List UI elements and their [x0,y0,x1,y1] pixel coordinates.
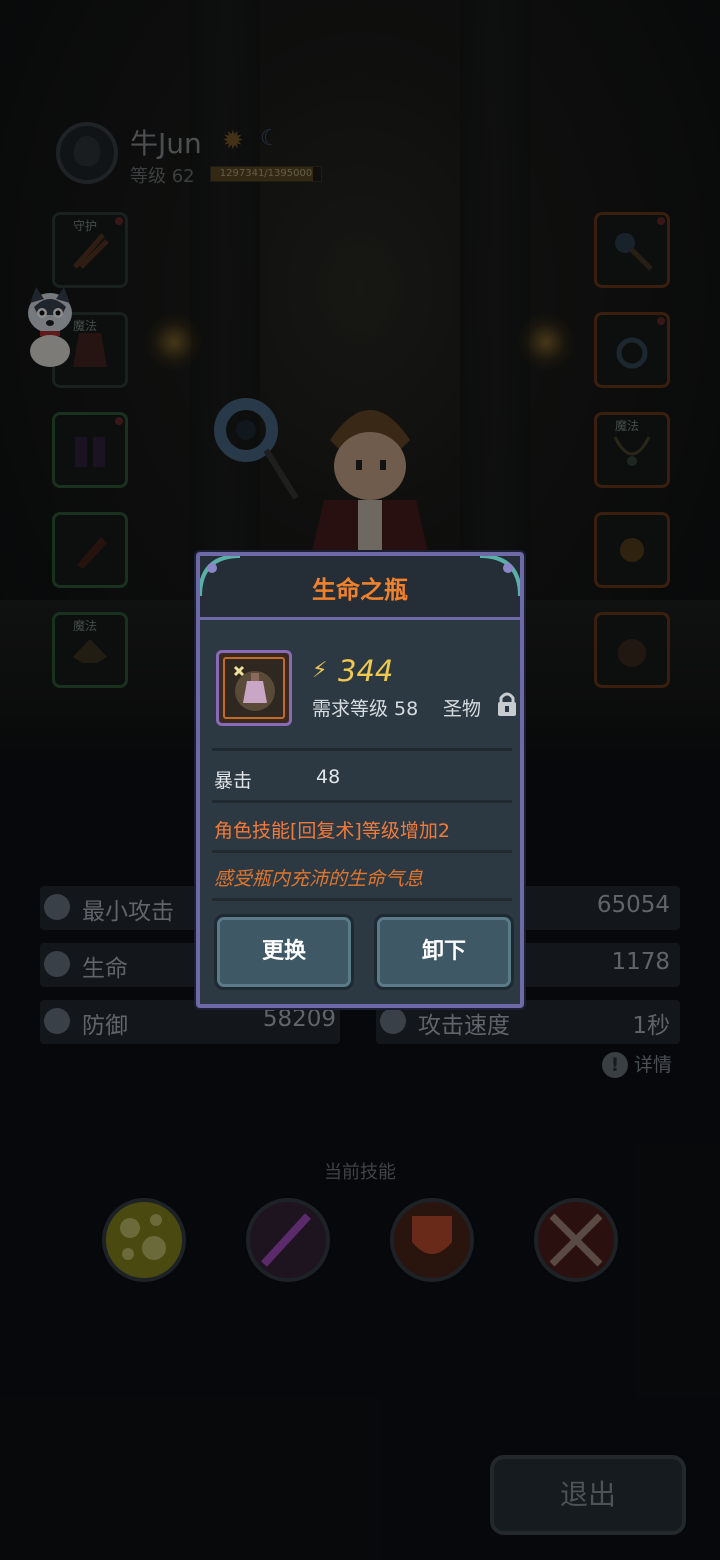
bottle-icon [233,665,275,711]
axes-art [549,1213,603,1267]
shield-art [412,1216,452,1254]
exit-label: 退出 [559,1478,616,1511]
item-power: 344 [338,654,394,688]
exit-button[interactable]: 退出 [490,1455,686,1535]
hp-value: 1178 [611,949,670,975]
shield-icon [44,1008,70,1034]
sword-icon [44,894,70,920]
bubbles-skill-icon[interactable] [102,1198,186,1282]
crossed-axes-skill-icon[interactable] [534,1198,618,1282]
lock-icon[interactable] [496,690,518,718]
details-link[interactable]: ! 详情 [602,1050,672,1078]
divider [212,898,512,901]
item-rarity: 圣物 [443,698,482,720]
min-attack-label: 最小攻击 [82,899,174,925]
divider [212,800,512,803]
attack-speed-label: 攻击速度 [418,1013,510,1039]
divider [212,748,512,751]
power-icon: ⚡ [312,658,328,683]
replace-label: 更换 [261,939,306,964]
fire-shield-skill-icon[interactable] [390,1198,474,1282]
item-effect: 角色技能[回复术]等级增加2 [214,820,450,842]
dark-sword-skill-icon[interactable] [246,1198,330,1282]
attribute-value: 48 [316,766,341,788]
skills-title: 当前技能 [324,1162,396,1183]
info-icon: ! [602,1052,628,1078]
unequip-label: 卸下 [421,939,466,964]
divider [212,850,512,853]
dialog-header: 生命之瓶 [200,556,520,620]
hp-label: 生命 [82,956,128,982]
bubbles-art [120,1214,166,1260]
defense-value: 58209 [262,1006,336,1032]
item-icon-inner [223,657,285,719]
heart-icon [44,951,70,977]
item-dialog: 生命之瓶 ⚡ 344 需求等级 58 圣物 暴击 48 角色技能[回复术]等级增… [196,552,524,1008]
sword-art [261,1213,311,1267]
speed-icon [380,1008,406,1034]
replace-button[interactable]: 更换 [214,914,354,990]
attack-speed-value: 1秒 [632,1013,670,1039]
item-icon-frame [216,650,292,726]
defense-label: 防御 [82,1013,128,1039]
unequip-button[interactable]: 卸下 [374,914,514,990]
required-level: 需求等级 58 [312,698,419,720]
attribute-label: 暴击 [214,770,253,792]
item-flavor-text: 感受瓶内充沛的生命气息 [214,868,424,890]
dialog-title: 生命之瓶 [312,576,408,604]
details-label: 详情 [634,1054,673,1076]
min-attack-value: 65054 [596,892,670,918]
